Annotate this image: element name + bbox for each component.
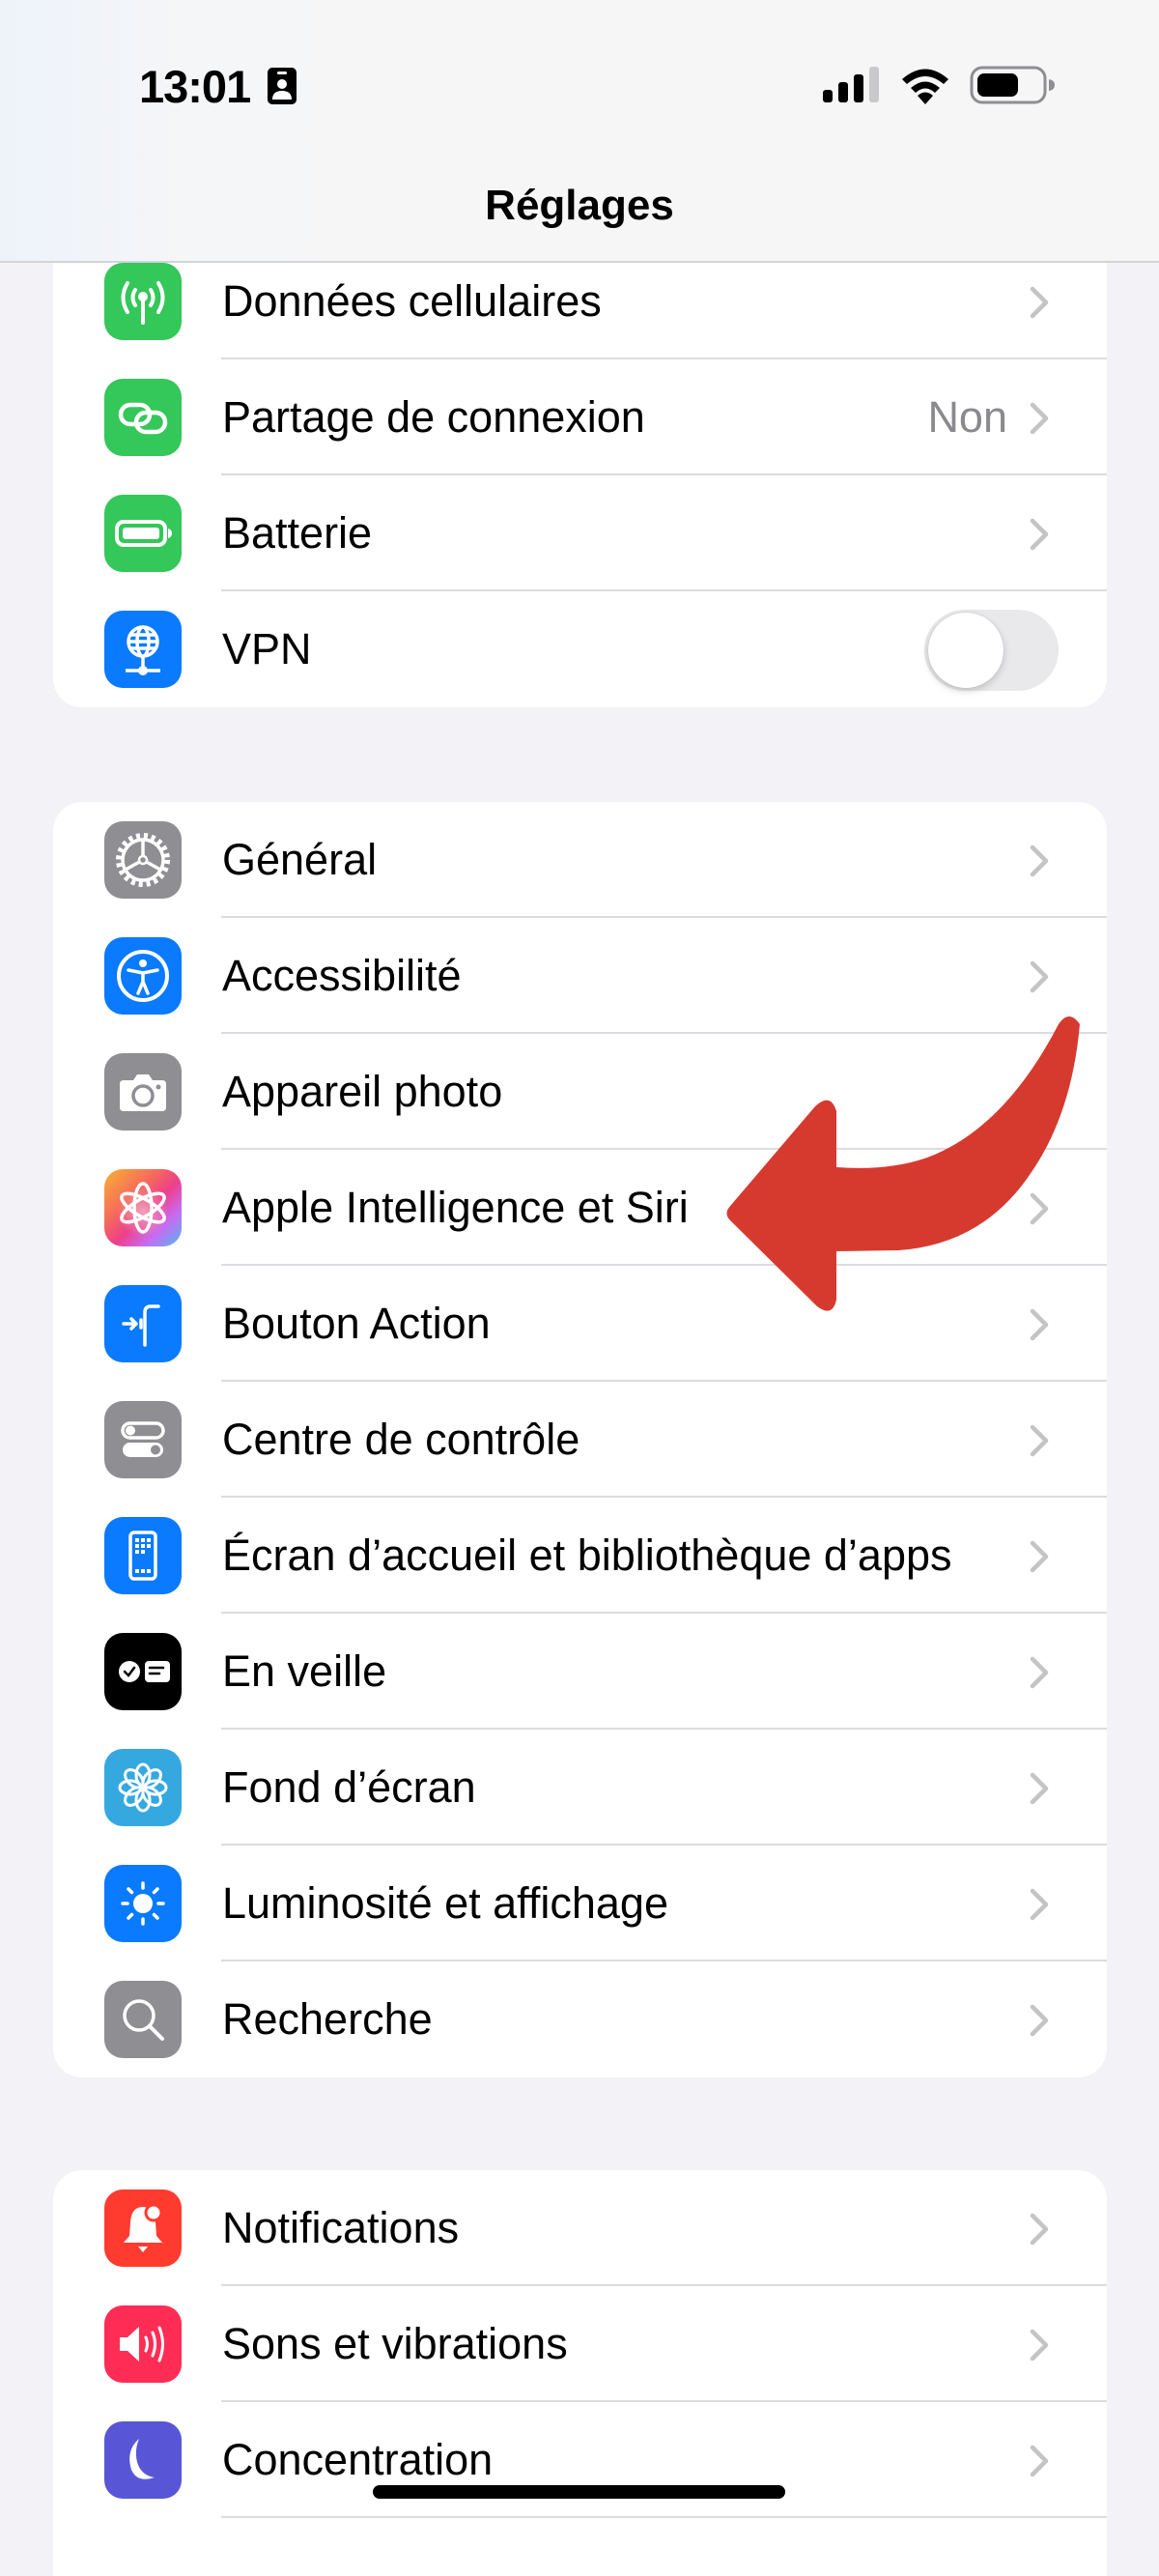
row-label: Données cellulaires [222, 276, 602, 326]
chevron-right-icon [1030, 1540, 1049, 1573]
action-button-icon [104, 1285, 182, 1362]
row-ecran-daccueil[interactable]: Écran d’accueil et bibliothèque d’apps [53, 1498, 1107, 1614]
row-label: Accessibilité [222, 951, 462, 1000]
row-general[interactable]: Général [53, 802, 1107, 918]
chevron-right-icon [1030, 1656, 1049, 1689]
chevron-right-icon [1030, 1076, 1049, 1109]
switches-icon [104, 1401, 182, 1478]
toggle-knob [928, 613, 1004, 688]
chevron-right-icon [1030, 1772, 1049, 1805]
row-label: Apple Intelligence et Siri [222, 1183, 689, 1232]
row-sons-et-vibrations[interactable]: Sons et vibrations [53, 2286, 1107, 2402]
status-time: 13:01 [139, 61, 251, 112]
row-label: Sons et vibrations [222, 2319, 568, 2368]
row-label: Bouton Action [222, 1299, 491, 1348]
battery-icon [104, 495, 182, 572]
row-apple-intelligence-et-siri[interactable]: Apple Intelligence et Siri [53, 1150, 1107, 1266]
vpn-toggle[interactable] [924, 610, 1059, 691]
row-recherche[interactable]: Recherche [53, 1961, 1107, 2077]
cellular-signal-icon [823, 67, 879, 102]
row-luminosite-et-affichage[interactable]: Luminosité et affichage [53, 1846, 1107, 1961]
row-value: Non [927, 392, 1007, 442]
chevron-right-icon [1030, 960, 1049, 993]
gear-icon [104, 821, 182, 899]
moon-icon [104, 2421, 182, 2499]
magnifier-icon [104, 1981, 182, 2058]
row-label: Centre de contrôle [222, 1415, 580, 1464]
sun-icon [104, 1865, 182, 1942]
row-batterie[interactable]: Batterie [53, 475, 1107, 591]
chevron-right-icon [1030, 2213, 1049, 2246]
speaker-icon [104, 2305, 182, 2383]
chevron-right-icon [1030, 2445, 1049, 2477]
standby-icon [104, 1633, 182, 1710]
camera-icon [104, 1053, 182, 1131]
row-label: Luminosité et affichage [222, 1878, 668, 1928]
row-concentration[interactable]: Concentration [53, 2402, 1107, 2518]
chevron-right-icon [1030, 2004, 1049, 2037]
row-label: Général [222, 835, 378, 884]
navigation-header: 13:01 Réglages [0, 0, 1159, 263]
row-fond-decran[interactable]: Fond d’écran [53, 1730, 1107, 1846]
flower-icon [104, 1749, 182, 1826]
battery-status-icon [970, 66, 1055, 104]
row-label: En veille [222, 1646, 387, 1696]
chevron-right-icon [1030, 402, 1049, 435]
row-label: Appareil photo [222, 1067, 503, 1116]
row-separator [221, 2516, 1107, 2518]
chevron-right-icon [1030, 518, 1049, 551]
chevron-right-icon [1030, 2329, 1049, 2361]
row-appareil-photo[interactable]: Appareil photo [53, 1034, 1107, 1150]
row-partage-de-connexion[interactable]: Partage de connexion Non [53, 359, 1107, 475]
row-label: Concentration [222, 2435, 494, 2484]
row-label: Batterie [222, 508, 373, 558]
row-label: Écran d’accueil et bibliothèque d’apps [222, 1531, 952, 1580]
home-screen-icon [104, 1517, 182, 1594]
apple-intelligence-icon [104, 1169, 182, 1246]
chevron-right-icon [1030, 844, 1049, 877]
row-label: Partage de connexion [222, 392, 645, 442]
settings-group-general: Général Accessibilité Appareil photo App… [53, 802, 1107, 2077]
row-en-veille[interactable]: En veille [53, 1614, 1107, 1730]
row-vpn[interactable]: VPN [53, 591, 1107, 707]
row-accessibilite[interactable]: Accessibilité [53, 918, 1107, 1034]
row-label: Notifications [222, 2203, 460, 2252]
accessibility-icon [104, 937, 182, 1015]
row-label: Fond d’écran [222, 1762, 476, 1812]
globe-network-icon [104, 611, 182, 688]
wifi-icon [902, 69, 948, 104]
chevron-right-icon [1030, 1308, 1049, 1341]
row-label: Recherche [222, 1994, 433, 2044]
id-badge-icon [268, 68, 297, 104]
bell-icon [104, 2190, 182, 2267]
chevron-right-icon [1030, 1424, 1049, 1457]
antenna-icon [104, 263, 182, 340]
page-title: Réglages [485, 182, 674, 229]
chevron-right-icon [1030, 286, 1049, 319]
chevron-right-icon [1030, 1888, 1049, 1921]
home-indicator[interactable] [373, 2485, 785, 2499]
row-centre-de-controle[interactable]: Centre de contrôle [53, 1382, 1107, 1498]
row-bouton-action[interactable]: Bouton Action [53, 1266, 1107, 1382]
settings-group-notifications: Notifications Sons et vibrations Concent… [53, 2170, 1107, 2576]
row-notifications[interactable]: Notifications [53, 2170, 1107, 2286]
link-icon [104, 379, 182, 456]
chevron-right-icon [1030, 1192, 1049, 1225]
row-label: VPN [222, 624, 312, 673]
